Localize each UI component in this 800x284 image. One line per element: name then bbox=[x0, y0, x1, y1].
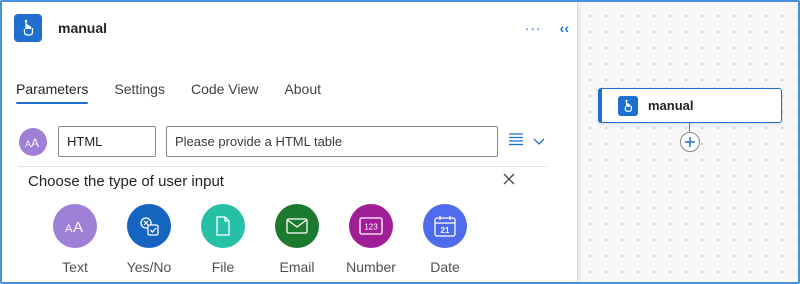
tab-settings[interactable]: Settings bbox=[114, 81, 165, 103]
panel-header: manual bbox=[14, 14, 107, 42]
collapse-panel-button[interactable]: ‹‹ bbox=[560, 20, 569, 36]
svg-text:A: A bbox=[73, 219, 83, 234]
input-description-field[interactable]: Please provide a HTML table bbox=[166, 126, 498, 157]
input-type-file[interactable]: File bbox=[186, 204, 260, 275]
input-description-value: Please provide a HTML table bbox=[175, 134, 343, 149]
details-panel: manual ··· ‹‹ Parameters Settings Code V… bbox=[2, 2, 578, 282]
input-type-date-label: Date bbox=[430, 259, 460, 275]
number-icon-text: 123 bbox=[364, 223, 378, 232]
more-options-button[interactable]: ··· bbox=[525, 20, 542, 36]
chevron-down-icon[interactable] bbox=[532, 133, 546, 151]
header-actions: ··· ‹‹ bbox=[525, 20, 569, 36]
manual-trigger-icon bbox=[618, 95, 638, 116]
input-type-yes-no[interactable]: Yes/No bbox=[112, 204, 186, 275]
tab-code-view[interactable]: Code View bbox=[191, 81, 258, 103]
input-type-file-label: File bbox=[211, 259, 235, 275]
user-input-row: A A HTML Please provide a HTML table bbox=[19, 126, 546, 157]
manual-trigger-icon bbox=[14, 14, 42, 42]
text-type-icon: A A bbox=[19, 127, 47, 156]
app-frame: manual ··· ‹‹ Parameters Settings Code V… bbox=[0, 0, 800, 284]
plus-icon bbox=[685, 137, 695, 147]
yes-no-icon bbox=[127, 204, 171, 248]
number-icon: 123 bbox=[349, 204, 393, 248]
date-icon-text: 21 bbox=[441, 226, 450, 235]
input-name-field[interactable]: HTML bbox=[58, 126, 156, 157]
input-type-date[interactable]: 21 Date bbox=[408, 204, 482, 275]
text-icon: A A bbox=[53, 204, 97, 248]
email-icon bbox=[275, 204, 319, 248]
input-type-number[interactable]: 123 Number bbox=[334, 204, 408, 275]
input-type-number-label: Number bbox=[346, 259, 396, 275]
node-label: manual bbox=[648, 98, 694, 113]
section-divider bbox=[18, 166, 547, 167]
panel-title: manual bbox=[58, 20, 108, 36]
manual-trigger-node[interactable]: manual bbox=[598, 88, 782, 123]
close-icon[interactable] bbox=[502, 172, 516, 191]
svg-text:A: A bbox=[65, 223, 73, 234]
input-name-value: HTML bbox=[67, 134, 103, 149]
row-options bbox=[508, 132, 546, 151]
input-type-text-label: Text bbox=[62, 259, 88, 275]
input-type-email[interactable]: Email bbox=[260, 204, 334, 275]
input-type-options: A A Text Yes/No File Email 123 Number 21… bbox=[38, 204, 482, 275]
svg-text:A: A bbox=[31, 136, 39, 148]
file-icon bbox=[201, 204, 245, 248]
list-options-icon[interactable] bbox=[508, 132, 524, 151]
date-icon: 21 bbox=[423, 204, 467, 248]
panel-tabs: Parameters Settings Code View About bbox=[16, 81, 347, 104]
choose-input-title: Choose the type of user input bbox=[28, 173, 224, 190]
tab-parameters[interactable]: Parameters bbox=[16, 81, 89, 104]
input-type-email-label: Email bbox=[279, 259, 315, 275]
input-type-text[interactable]: A A Text bbox=[38, 204, 112, 275]
tab-about[interactable]: About bbox=[284, 81, 321, 103]
add-step-button[interactable] bbox=[680, 132, 700, 152]
input-type-yes-no-label: Yes/No bbox=[126, 259, 172, 275]
node-connector bbox=[689, 123, 690, 132]
